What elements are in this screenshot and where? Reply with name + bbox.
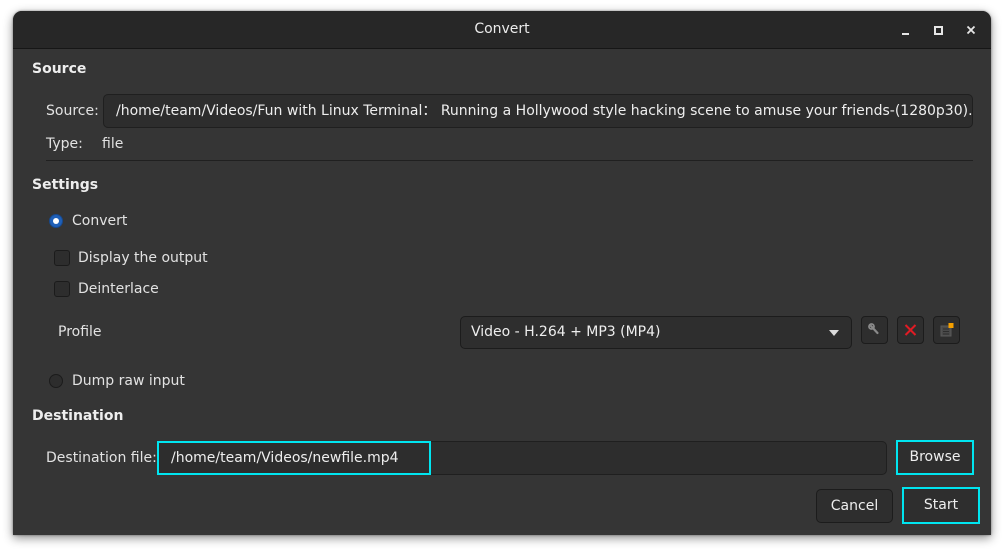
- deinterlace-checkbox[interactable]: [54, 281, 70, 297]
- display-output-label[interactable]: Display the output: [78, 250, 208, 266]
- convert-radio-label[interactable]: Convert: [72, 213, 127, 229]
- edit-profile-button[interactable]: [861, 316, 888, 344]
- settings-section-title: Settings: [32, 177, 99, 193]
- window-title: Convert: [474, 21, 530, 37]
- destination-section-title: Destination: [32, 408, 124, 424]
- display-output-checkbox[interactable]: [54, 250, 70, 266]
- close-button[interactable]: [961, 20, 981, 40]
- convert-dialog: Convert Source Source: /home/team/Videos…: [13, 11, 991, 535]
- type-label: Type:: [46, 136, 83, 152]
- source-label: Source:: [46, 103, 99, 119]
- new-profile-button[interactable]: [933, 316, 960, 344]
- profile-dropdown[interactable]: Video - H.264 + MP3 (MP4): [460, 316, 852, 349]
- type-value: file: [102, 136, 124, 152]
- dump-raw-radio[interactable]: [49, 374, 63, 388]
- close-icon: [966, 25, 976, 35]
- source-path-field[interactable]: /home/team/Videos/Fun with Linux Termina…: [103, 94, 973, 128]
- minimize-icon: [902, 33, 909, 35]
- maximize-icon: [934, 26, 943, 35]
- new-profile-icon: [940, 323, 954, 337]
- cancel-button[interactable]: Cancel: [816, 489, 893, 523]
- title-bar[interactable]: Convert: [13, 11, 991, 49]
- dump-raw-label[interactable]: Dump raw input: [72, 373, 185, 389]
- convert-radio[interactable]: [49, 214, 63, 228]
- wrench-icon: [868, 323, 879, 335]
- start-button[interactable]: Start: [902, 487, 980, 524]
- profile-label: Profile: [58, 324, 102, 340]
- deinterlace-label[interactable]: Deinterlace: [78, 281, 159, 297]
- profile-selected-value: Video - H.264 + MP3 (MP4): [471, 324, 661, 340]
- destination-file-input[interactable]: /home/team/Videos/newfile.mp4: [157, 441, 431, 475]
- maximize-button[interactable]: [928, 20, 948, 40]
- minimize-button[interactable]: [896, 20, 916, 40]
- source-section-title: Source: [32, 61, 87, 77]
- delete-profile-button[interactable]: [897, 316, 924, 344]
- chevron-down-icon: [829, 330, 839, 336]
- source-separator: [46, 160, 973, 161]
- browse-button[interactable]: Browse: [896, 440, 974, 475]
- destination-file-label: Destination file:: [46, 450, 157, 466]
- delete-icon: [904, 324, 917, 336]
